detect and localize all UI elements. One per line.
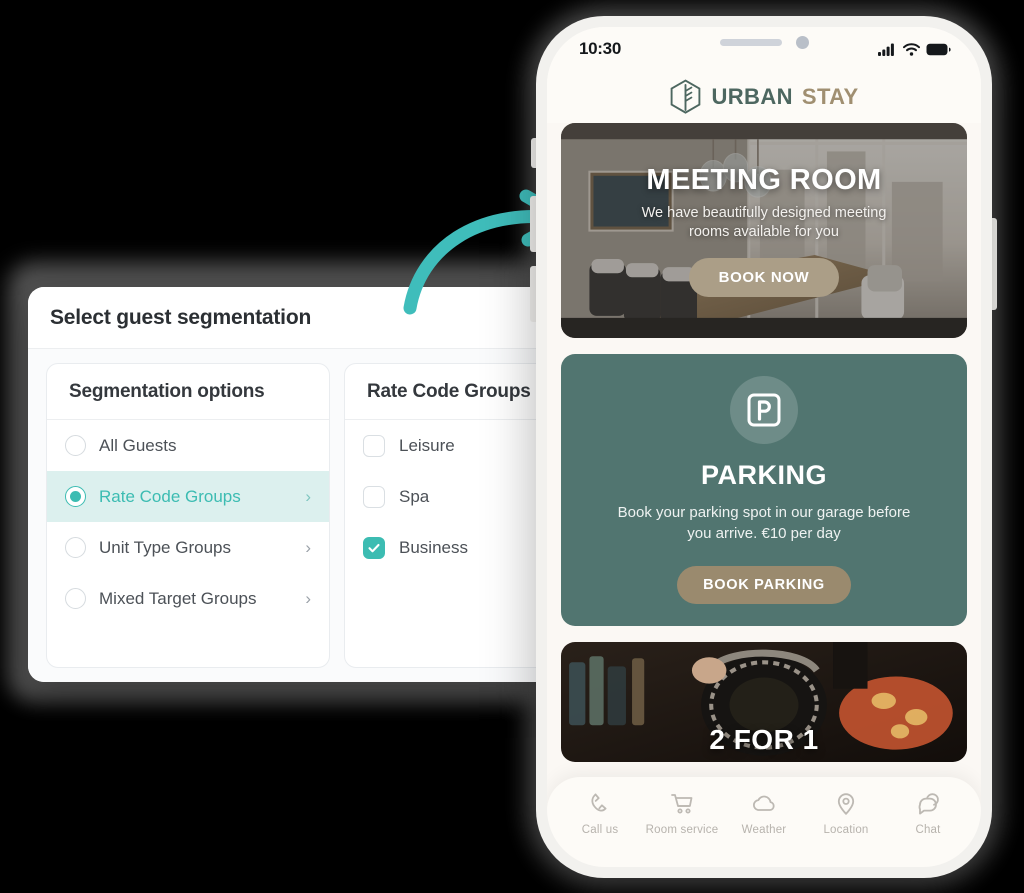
checkbox-row-business[interactable]: Business bbox=[345, 522, 568, 573]
tab-call-us[interactable]: Call us bbox=[561, 791, 639, 836]
checkbox-label: Spa bbox=[399, 486, 430, 506]
option-row-unit-type-groups[interactable]: Unit Type Groups › bbox=[47, 522, 329, 573]
tab-label: Call us bbox=[581, 824, 619, 836]
checkbox-label: Business bbox=[399, 537, 468, 557]
book-now-button[interactable]: BOOK NOW bbox=[688, 257, 840, 297]
cloud-icon bbox=[752, 795, 775, 811]
radio-icon[interactable] bbox=[65, 435, 86, 456]
dialog-title: Select guest segmentation bbox=[50, 305, 312, 329]
cellular-signal-icon bbox=[878, 43, 894, 56]
option-label: Rate Code Groups bbox=[99, 486, 241, 506]
phone-screen: 10:30 URBAN STAY MEETING ROOM We have be… bbox=[547, 27, 981, 867]
chevron-right-icon: › bbox=[305, 487, 311, 506]
hero-content: MEETING ROOM We have beautifully designe… bbox=[561, 123, 967, 338]
battery-full-icon bbox=[926, 43, 951, 55]
chat-bubbles-icon bbox=[918, 793, 939, 815]
app-brand-bar: URBAN STAY bbox=[547, 71, 981, 123]
rate-code-groups-panel: Rate Code Groups Leisure Spa Business bbox=[344, 363, 568, 668]
checkbox-label: Leisure bbox=[399, 435, 455, 455]
tab-location[interactable]: Location bbox=[807, 791, 885, 836]
checkbox-icon[interactable] bbox=[363, 434, 385, 457]
checkbox-row-leisure[interactable]: Leisure bbox=[345, 420, 568, 471]
option-label: Mixed Target Groups bbox=[99, 588, 257, 608]
tab-weather[interactable]: Weather bbox=[725, 791, 803, 836]
brand-name-secondary: STAY bbox=[801, 84, 859, 109]
wifi-icon bbox=[903, 42, 920, 56]
option-row-all-guests[interactable]: All Guests bbox=[47, 420, 329, 471]
meeting-room-card[interactable]: MEETING ROOM We have beautifully designe… bbox=[561, 123, 967, 338]
checkbox-icon[interactable] bbox=[363, 485, 385, 508]
map-pin-icon bbox=[837, 793, 855, 815]
tab-label: Room service bbox=[645, 824, 719, 836]
tab-label: Location bbox=[823, 824, 869, 836]
tab-label: Chat bbox=[915, 824, 941, 836]
content-feed: MEETING ROOM We have beautifully designe… bbox=[547, 123, 981, 863]
promo-title: 2 FOR 1 bbox=[709, 724, 819, 755]
parking-icon-badge bbox=[730, 376, 798, 445]
book-parking-button[interactable]: BOOK PARKING bbox=[677, 565, 851, 604]
segmentation-options-heading: Segmentation options bbox=[47, 364, 329, 420]
hexagon-tree-logo-icon bbox=[671, 79, 701, 114]
guest-segmentation-dialog: Select guest segmentation Segmentation o… bbox=[28, 287, 568, 682]
radio-icon[interactable] bbox=[65, 588, 86, 609]
chevron-right-icon: › bbox=[305, 589, 311, 608]
status-bar-time: 10:30 bbox=[579, 39, 621, 58]
shopping-cart-icon bbox=[671, 794, 693, 814]
brand-name-primary: URBAN bbox=[711, 84, 793, 109]
tab-label: Weather bbox=[741, 824, 787, 836]
promo-card[interactable]: 2 FOR 1 bbox=[561, 642, 967, 762]
option-row-rate-code-groups[interactable]: Rate Code Groups › bbox=[47, 471, 329, 522]
parking-p-icon bbox=[747, 393, 781, 427]
parking-title: PARKING bbox=[700, 460, 827, 491]
tab-chat[interactable]: Chat bbox=[889, 791, 967, 836]
parking-subtitle: Book your parking spot in our garage bef… bbox=[617, 504, 911, 542]
radio-icon[interactable] bbox=[65, 537, 86, 558]
option-label: All Guests bbox=[99, 435, 177, 455]
checkbox-row-spa[interactable]: Spa bbox=[345, 471, 568, 522]
option-row-mixed-target-groups[interactable]: Mixed Target Groups › bbox=[47, 573, 329, 624]
screenshot-stage: Select guest segmentation Segmentation o… bbox=[0, 0, 1024, 893]
rate-code-groups-heading: Rate Code Groups bbox=[345, 364, 568, 420]
checkbox-checked-icon[interactable] bbox=[363, 536, 385, 559]
option-label: Unit Type Groups bbox=[99, 537, 231, 557]
parking-card[interactable]: PARKING Book your parking spot in our ga… bbox=[561, 354, 967, 626]
dialog-body: Segmentation options All Guests Rate Cod… bbox=[28, 349, 568, 682]
chevron-right-icon: › bbox=[305, 538, 311, 557]
phone-notch bbox=[674, 27, 854, 57]
meeting-room-title: MEETING ROOM bbox=[646, 164, 882, 197]
bottom-tab-bar: Call us Room service Weather Location Ch… bbox=[547, 777, 981, 867]
front-camera-icon bbox=[795, 35, 809, 49]
earpiece-speaker-icon bbox=[719, 38, 782, 46]
meeting-room-subtitle: We have beautifully designed meeting roo… bbox=[641, 205, 887, 240]
segmentation-options-panel: Segmentation options All Guests Rate Cod… bbox=[46, 363, 330, 668]
status-bar-icons bbox=[878, 42, 951, 56]
phone-mockup: 10:30 URBAN STAY MEETING ROOM We have be… bbox=[536, 16, 992, 878]
tab-room-service[interactable]: Room service bbox=[643, 791, 721, 836]
phone-icon bbox=[591, 793, 607, 812]
radio-icon[interactable] bbox=[65, 486, 86, 507]
